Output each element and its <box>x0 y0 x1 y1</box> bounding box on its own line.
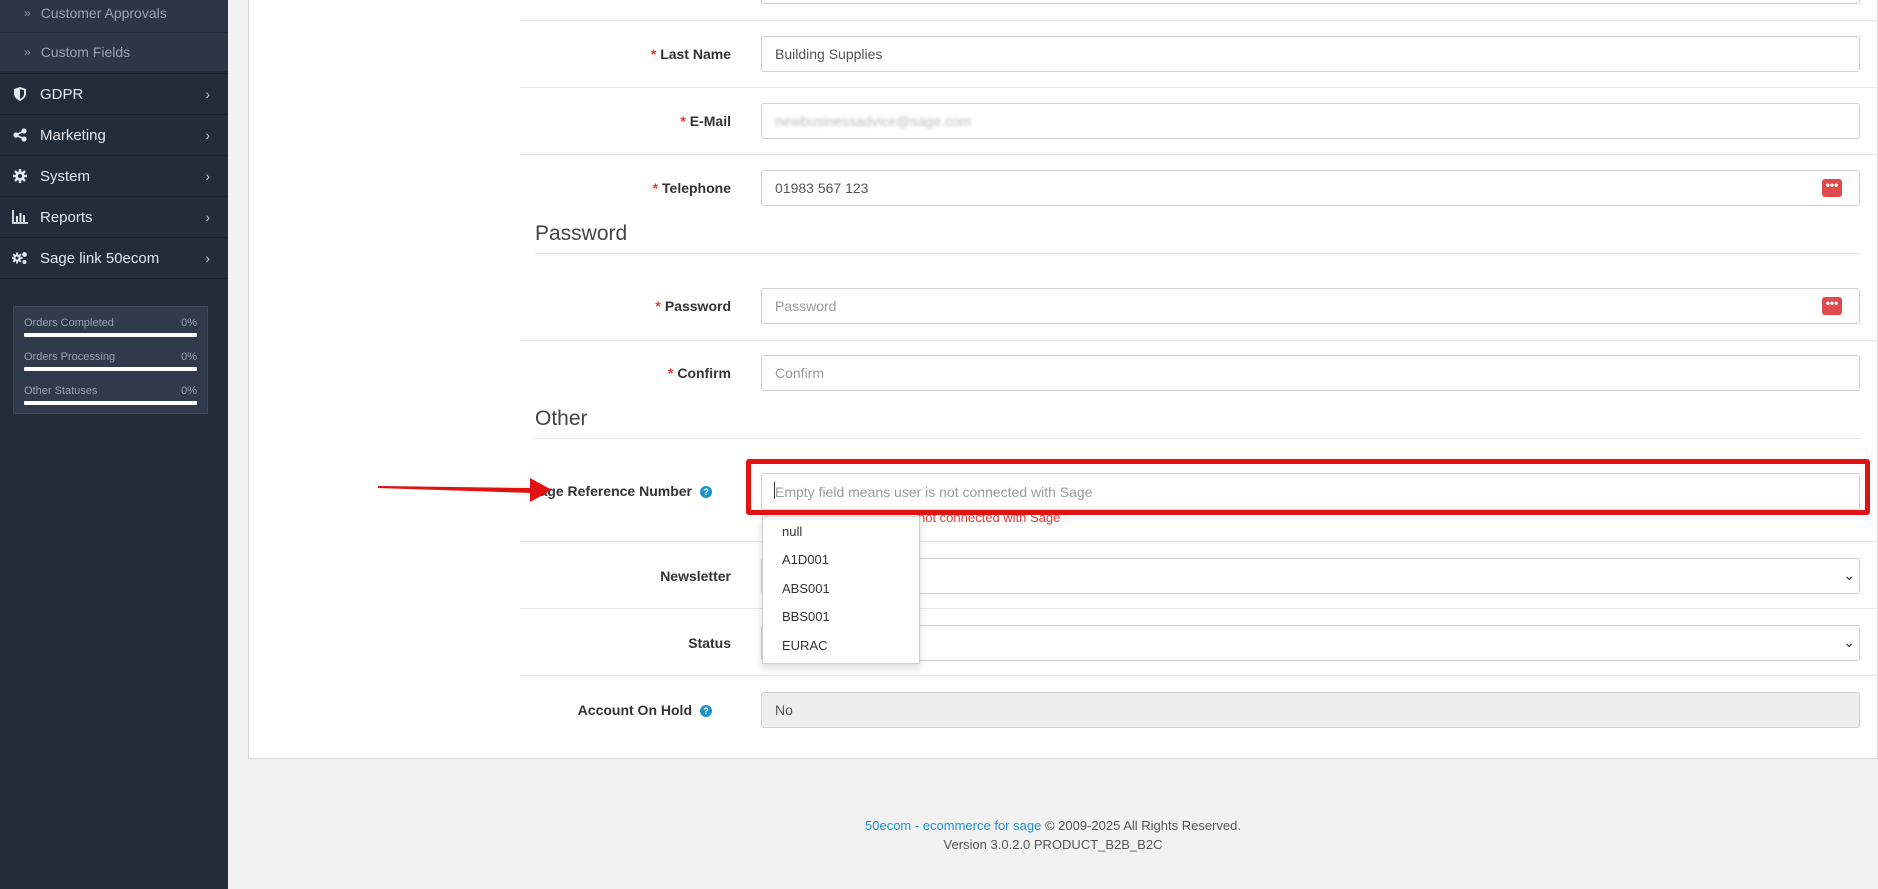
chevron-right-icon: › <box>205 168 210 184</box>
account-on-hold-field: No <box>761 692 1860 728</box>
sidebar-item-label: Sage link 50ecom <box>40 249 160 267</box>
password-section-heading: Password <box>535 222 628 245</box>
first-name-field-partial[interactable] <box>761 0 1860 4</box>
section-divider <box>535 438 1860 439</box>
stat-label: Other Statuses <box>24 385 98 397</box>
sidebar-subitem-label: Custom Fields <box>40 44 131 60</box>
dropdown-option[interactable]: null <box>782 524 802 539</box>
help-icon[interactable]: ? <box>700 486 712 498</box>
gears-icon <box>12 250 28 266</box>
sidebar-subitem-customer-approvals[interactable]: » Customer Approvals <box>0 0 228 32</box>
required-mark: * <box>655 298 661 314</box>
password-label: * Password <box>655 298 731 314</box>
sidebar-item-system[interactable]: System › <box>0 155 228 196</box>
chevron-right-icon: › <box>205 86 210 102</box>
sidebar-item-marketing[interactable]: Marketing › <box>0 114 228 155</box>
stat-progress-bar <box>24 401 197 405</box>
required-mark: * <box>652 180 659 196</box>
sidebar-subitem-label: Customer Approvals <box>40 5 167 21</box>
sidebar-item-label: System <box>40 167 91 185</box>
double-chevron-right-icon: » <box>24 6 31 20</box>
confirm-label: * Confirm <box>667 365 731 381</box>
required-mark: * <box>667 365 674 381</box>
footer-copyright: © 2009-2025 All Rights Reserved. <box>1044 818 1241 833</box>
dropdown-option[interactable]: EURAC <box>782 638 828 653</box>
row-divider <box>520 675 1878 676</box>
help-icon[interactable]: ? <box>700 705 712 717</box>
other-section-heading: Other <box>535 407 588 430</box>
chevron-right-icon: › <box>205 127 210 143</box>
stat-value: 0% <box>181 317 197 329</box>
sidebar-item-sage-link[interactable]: Sage link 50ecom › <box>0 237 228 278</box>
footer-copyright-line: 50ecom - ecommerce for sage © 2009-2025 … <box>228 816 1878 835</box>
stat-value: 0% <box>181 385 197 397</box>
row-divider <box>520 608 1878 609</box>
required-mark: * <box>680 113 686 129</box>
password-field[interactable]: Password ••• <box>761 288 1860 324</box>
newsletter-select[interactable]: ⌄ <box>761 558 1860 594</box>
gear-icon <box>12 168 28 184</box>
double-chevron-right-icon: » <box>24 45 31 59</box>
stat-progress-bar <box>24 333 197 337</box>
stat-orders-processing: Orders Processing 0% <box>24 347 197 381</box>
footer-link[interactable]: 50ecom - ecommerce for sage <box>865 818 1041 833</box>
sidebar-item-label: GDPR <box>40 85 84 103</box>
row-divider <box>520 541 1878 542</box>
section-divider <box>535 253 1860 254</box>
annotation-arrow-icon <box>378 478 552 502</box>
account-on-hold-label: Account On Hold? <box>578 702 712 718</box>
telephone-label: * Telephone <box>652 180 731 196</box>
required-mark: * <box>650 46 657 62</box>
stat-label: Orders Processing <box>24 351 116 363</box>
order-stats-panel: Orders Completed 0% Orders Processing 0%… <box>13 306 208 414</box>
chevron-right-icon: › <box>205 209 210 225</box>
password-manager-icon[interactable]: ••• <box>1822 297 1842 315</box>
sage-reference-label: Sage Reference Number? <box>530 483 712 499</box>
status-label: Status <box>688 635 731 651</box>
stat-other-statuses: Other Statuses 0% <box>24 381 197 415</box>
row-divider <box>520 20 1878 21</box>
share-icon <box>12 127 28 143</box>
email-field[interactable]: newbusinessadvice@sage.com <box>761 103 1860 139</box>
sidebar-divider <box>0 278 228 279</box>
chevron-down-icon: ⌄ <box>1843 634 1855 650</box>
password-manager-icon[interactable]: ••• <box>1822 179 1842 197</box>
dropdown-option[interactable]: ABS001 <box>782 581 830 596</box>
last-name-label: * Last Name <box>650 46 731 62</box>
sidebar-item-gdpr[interactable]: GDPR › <box>0 73 228 114</box>
chevron-down-icon: ⌄ <box>1843 567 1855 583</box>
bar-chart-icon <box>12 209 28 225</box>
row-divider <box>520 340 1878 341</box>
stat-value: 0% <box>181 351 197 363</box>
sage-reference-dropdown: null A1D001 ABS001 BBS001 EURAC <box>762 516 920 664</box>
annotation-highlight-box <box>746 459 1870 515</box>
sidebar-item-label: Reports <box>40 208 93 226</box>
page-footer: 50ecom - ecommerce for sage © 2009-2025 … <box>228 816 1878 854</box>
confirm-password-field[interactable]: Confirm <box>761 355 1860 391</box>
status-select[interactable]: ⌄ <box>761 625 1860 661</box>
stat-label: Orders Completed <box>24 317 114 329</box>
footer-version: Version 3.0.2.0 PRODUCT_B2B_B2C <box>943 837 1163 852</box>
shield-icon <box>12 86 28 102</box>
email-label: * E-Mail <box>680 113 731 129</box>
stat-progress-bar <box>24 367 197 371</box>
newsletter-label: Newsletter <box>660 568 731 584</box>
row-divider <box>520 87 1878 88</box>
row-divider <box>520 154 1878 155</box>
dropdown-option[interactable]: BBS001 <box>782 609 830 624</box>
sidebar-item-reports[interactable]: Reports › <box>0 196 228 237</box>
sidebar-item-label: Marketing <box>40 126 106 144</box>
chevron-right-icon: › <box>205 250 210 266</box>
sidebar: » Customer Approvals » Custom Fields GDP… <box>0 0 228 889</box>
sidebar-subitem-custom-fields[interactable]: » Custom Fields <box>0 33 228 71</box>
last-name-field[interactable]: Building Supplies <box>761 36 1860 72</box>
stat-orders-completed: Orders Completed 0% <box>24 313 197 347</box>
dropdown-option[interactable]: A1D001 <box>782 552 829 567</box>
telephone-field[interactable]: 01983 567 123 ••• <box>761 170 1860 206</box>
